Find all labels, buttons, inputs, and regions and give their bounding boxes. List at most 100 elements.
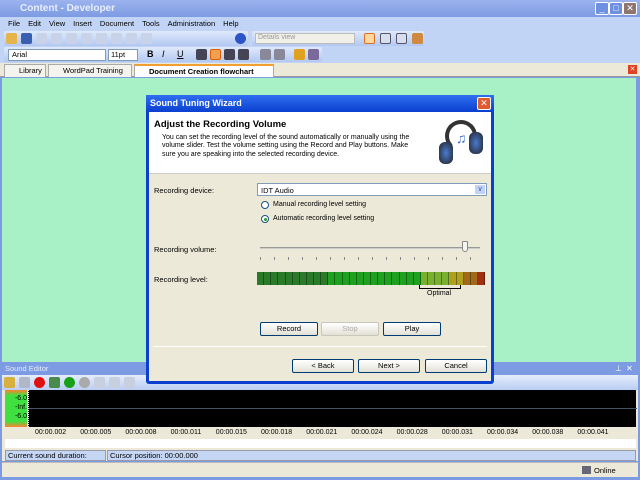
help-icon[interactable] bbox=[235, 33, 246, 44]
menu-administration[interactable]: Administration bbox=[168, 17, 216, 30]
back-button[interactable]: < Back bbox=[292, 359, 354, 373]
slider-tick bbox=[386, 257, 387, 260]
timeline-label: 00:00.038 bbox=[532, 429, 564, 436]
align-center-icon[interactable] bbox=[210, 49, 221, 60]
divider bbox=[153, 346, 487, 347]
recording-volume-label: Recording volume: bbox=[154, 245, 217, 254]
split-vertical-icon[interactable] bbox=[396, 33, 407, 44]
paste-icon[interactable] bbox=[81, 33, 92, 44]
open-icon[interactable] bbox=[6, 33, 17, 44]
view-toolbar: Details view bbox=[252, 31, 424, 46]
numbered-list-icon[interactable] bbox=[274, 49, 285, 60]
volume-slider-ticks bbox=[260, 257, 480, 260]
save-icon[interactable] bbox=[21, 33, 32, 44]
menu-help[interactable]: Help bbox=[223, 17, 238, 30]
split-horizontal-icon[interactable] bbox=[380, 33, 391, 44]
slider-tick bbox=[344, 257, 345, 260]
dialog-close-button[interactable]: ✕ bbox=[477, 97, 491, 110]
dialog-title: Sound Tuning Wizard bbox=[146, 95, 494, 112]
align-left-icon[interactable] bbox=[196, 49, 207, 60]
publish-icon[interactable] bbox=[412, 33, 423, 44]
view-select[interactable]: Details view bbox=[255, 33, 355, 44]
cut-sound-icon[interactable] bbox=[94, 377, 105, 388]
standard-toolbar bbox=[4, 31, 248, 46]
redo-icon[interactable] bbox=[126, 33, 137, 44]
bullet-list-icon[interactable] bbox=[260, 49, 271, 60]
pin-icon[interactable]: ⊥ bbox=[615, 364, 622, 373]
play-button[interactable]: Play bbox=[383, 322, 441, 336]
level-segment bbox=[278, 272, 286, 285]
menu-insert[interactable]: Insert bbox=[73, 17, 92, 30]
timeline-label: 00:00.005 bbox=[80, 429, 112, 436]
level-segment bbox=[257, 272, 265, 285]
font-size-select[interactable]: 11pt bbox=[108, 49, 138, 61]
cut-icon[interactable] bbox=[51, 33, 62, 44]
layout-icon[interactable] bbox=[364, 33, 375, 44]
waveform[interactable] bbox=[28, 390, 637, 427]
underline-button[interactable]: U bbox=[177, 49, 184, 59]
menu-file[interactable]: File bbox=[8, 17, 20, 30]
volume-slider-thumb[interactable] bbox=[461, 241, 468, 252]
import-sound-icon[interactable] bbox=[19, 377, 30, 388]
delete-icon[interactable] bbox=[96, 33, 107, 44]
menu-document[interactable]: Document bbox=[100, 17, 134, 30]
menu-view[interactable]: View bbox=[49, 17, 65, 30]
volume-slider-track[interactable] bbox=[260, 247, 480, 249]
bold-button[interactable]: B bbox=[147, 49, 154, 59]
fill-color-icon[interactable] bbox=[308, 49, 319, 60]
tab-document-creation-flowchart[interactable]: Document Creation flowchart bbox=[134, 64, 274, 77]
recording-device-select[interactable]: IDT Audio ∨ bbox=[257, 183, 487, 196]
record-from-mic-icon[interactable] bbox=[49, 377, 60, 388]
record-icon[interactable] bbox=[34, 377, 45, 388]
play-icon[interactable] bbox=[64, 377, 75, 388]
record-button[interactable]: Record bbox=[260, 322, 318, 336]
close-panel-icon[interactable]: ✕ bbox=[626, 364, 633, 373]
insert-sound-icon[interactable] bbox=[4, 377, 15, 388]
slider-tick bbox=[470, 257, 471, 260]
tab-wordpad-training[interactable]: WordPad Training bbox=[48, 64, 132, 77]
slider-tick bbox=[316, 257, 317, 260]
find-icon[interactable] bbox=[141, 33, 152, 44]
timeline-label: 00:00.028 bbox=[396, 429, 428, 436]
marker-track[interactable] bbox=[5, 439, 636, 448]
network-icon bbox=[582, 466, 591, 474]
justify-icon[interactable] bbox=[238, 49, 249, 60]
timeline-label: 00:00.034 bbox=[487, 429, 519, 436]
print-icon[interactable] bbox=[36, 33, 47, 44]
font-select[interactable]: Arial bbox=[8, 49, 106, 61]
undo-icon[interactable] bbox=[111, 33, 122, 44]
highlight-icon[interactable] bbox=[294, 49, 305, 60]
slider-tick bbox=[358, 257, 359, 260]
level-segment bbox=[349, 272, 357, 285]
timeline-label: 00:00.008 bbox=[125, 429, 157, 436]
level-segment bbox=[285, 272, 293, 285]
timeline-label: 00:00.018 bbox=[261, 429, 293, 436]
italic-button[interactable]: I bbox=[162, 49, 165, 59]
manual-radio-label[interactable]: Manual recording level setting bbox=[273, 201, 366, 208]
maximize-button[interactable]: □ bbox=[609, 2, 623, 15]
stop-icon[interactable] bbox=[79, 377, 90, 388]
manual-radio[interactable] bbox=[261, 201, 269, 209]
stop-button[interactable]: Stop bbox=[321, 322, 379, 336]
automatic-radio[interactable] bbox=[261, 215, 269, 223]
level-segment bbox=[420, 272, 428, 285]
next-button[interactable]: Next > bbox=[358, 359, 420, 373]
close-button[interactable]: ✕ bbox=[623, 2, 637, 15]
timeline-ruler[interactable]: 00:00.002 00:00.005 00:00.008 00:00.011 00:0… bbox=[28, 427, 636, 439]
close-document-icon[interactable]: ✕ bbox=[628, 65, 637, 74]
align-right-icon[interactable] bbox=[224, 49, 235, 60]
level-segment bbox=[449, 272, 457, 285]
optimal-label: Optimal bbox=[427, 290, 452, 297]
chevron-down-icon[interactable]: ∨ bbox=[475, 185, 485, 194]
tab-library[interactable]: Library bbox=[4, 64, 46, 77]
cancel-button[interactable]: Cancel bbox=[425, 359, 487, 373]
automatic-radio-label[interactable]: Automatic recording level setting bbox=[273, 215, 374, 222]
copy-icon[interactable] bbox=[66, 33, 77, 44]
minimize-button[interactable]: _ bbox=[595, 2, 609, 15]
menu-tools[interactable]: Tools bbox=[142, 17, 160, 30]
paste-sound-icon[interactable] bbox=[124, 377, 135, 388]
menu-edit[interactable]: Edit bbox=[28, 17, 41, 30]
timeline-label: 00:00.024 bbox=[351, 429, 383, 436]
level-segment bbox=[470, 272, 478, 285]
copy-sound-icon[interactable] bbox=[109, 377, 120, 388]
